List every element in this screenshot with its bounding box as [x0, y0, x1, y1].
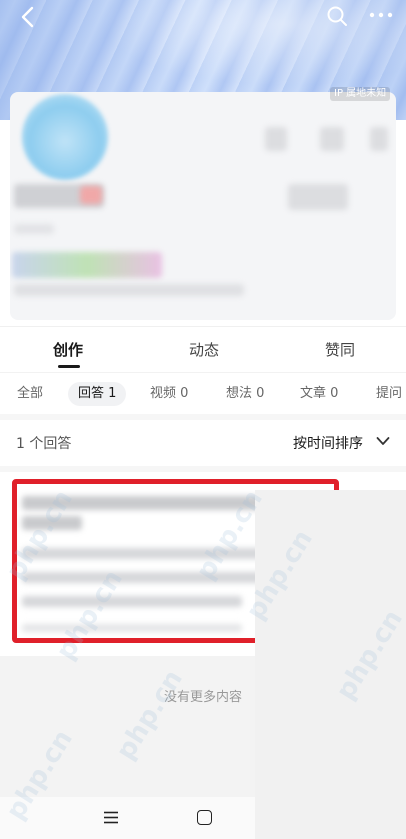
search-icon[interactable] [326, 5, 348, 27]
more-icon[interactable] [368, 8, 394, 22]
profile-text-blur [14, 224, 54, 234]
sub-tab-bar: 全部 回答 1 视频 0 想法 0 文章 0 提问 [0, 372, 406, 414]
home-icon[interactable] [197, 810, 212, 825]
profile-tags-blur [12, 252, 162, 278]
tab-activity[interactable]: 动态 [174, 339, 234, 360]
sort-dropdown[interactable]: 按时间排序 [293, 433, 363, 453]
avatar [22, 94, 108, 180]
chevron-down-icon[interactable] [376, 436, 390, 446]
overlay-panel [255, 490, 406, 839]
answer-count: 1 个回答 [16, 436, 72, 452]
subtab-articles[interactable]: 文章 0 [300, 382, 338, 406]
back-icon[interactable] [14, 6, 40, 28]
main-tab-bar: 创作 动态 赞同 [0, 326, 406, 372]
ip-location-badge: IP 属地未知 [330, 87, 391, 101]
profile-text-blur [14, 284, 244, 296]
follow-button-blur[interactable] [288, 184, 348, 210]
subtab-questions[interactable]: 提问 [376, 382, 402, 406]
tab-creation[interactable]: 创作 [38, 339, 98, 360]
answer-list-header: 1 个回答 按时间排序 [0, 420, 406, 466]
subtab-thoughts[interactable]: 想法 0 [226, 382, 264, 406]
profile-badge-blur [80, 186, 102, 204]
profile-stat-blur [320, 127, 344, 151]
profile-stat-blur [265, 127, 287, 151]
profile-stat-blur [370, 127, 388, 151]
subtab-answers[interactable]: 回答 1 [68, 382, 127, 406]
menu-icon[interactable] [103, 811, 119, 824]
subtab-all[interactable]: 全部 [17, 382, 43, 406]
tab-likes[interactable]: 赞同 [310, 339, 370, 360]
subtab-videos[interactable]: 视频 0 [150, 382, 188, 406]
profile-card [10, 92, 396, 320]
active-tab-indicator [58, 365, 80, 368]
